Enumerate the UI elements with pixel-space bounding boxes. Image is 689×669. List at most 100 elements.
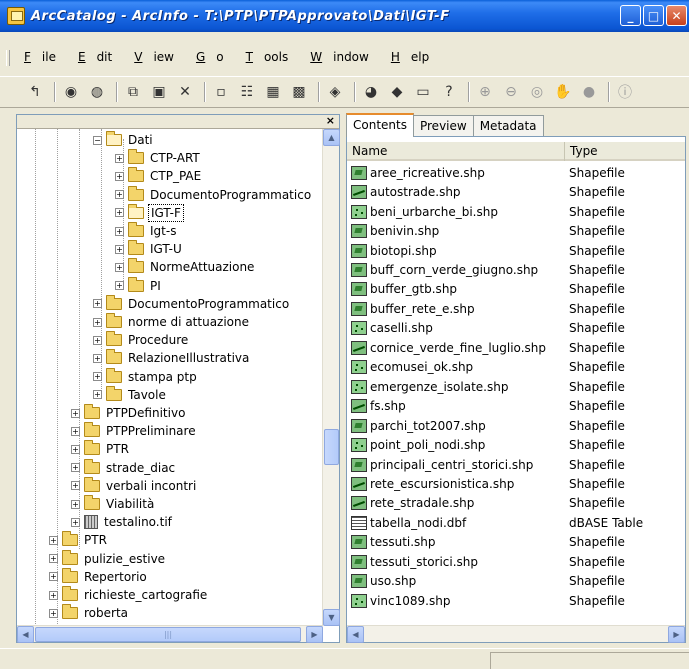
expand-icon[interactable]: + (115, 153, 124, 163)
expand-icon[interactable]: + (115, 208, 124, 218)
list-item[interactable]: autostrade.shp Shapefile (347, 182, 685, 202)
menu-help[interactable]: Help (391, 50, 440, 64)
expand-icon[interactable]: + (49, 590, 58, 600)
list-item[interactable]: tabella_nodi.dbf dBASE Table (347, 513, 685, 533)
tree-item-pi[interactable]: + PI (115, 276, 163, 295)
tree-scroll-right-button[interactable]: ▶ (306, 626, 323, 643)
expand-icon[interactable]: + (115, 226, 124, 236)
command-line-icon[interactable]: ▭ (412, 81, 434, 103)
tree-item-documentoprogrammatico[interactable]: + DocumentoProgrammatico (115, 185, 313, 204)
expand-icon[interactable]: + (49, 572, 58, 582)
close-button[interactable]: ✕ (666, 5, 687, 26)
tree-item-tavole[interactable]: + Tavole (93, 385, 168, 404)
tree-item-documentoprogrammatico-2[interactable]: + DocumentoProgrammatico (93, 294, 291, 313)
expand-icon[interactable]: + (71, 499, 80, 509)
expand-icon[interactable]: + (93, 353, 102, 363)
menu-window[interactable]: Window (310, 50, 380, 64)
tree-item-relazioneillustrativa[interactable]: + RelazioneIllustrativa (93, 349, 251, 367)
tree-item-verbali-incontri[interactable]: + verbali incontri (71, 476, 198, 495)
maximize-button[interactable]: □ (643, 5, 664, 26)
menu-view[interactable]: View (134, 50, 185, 64)
expand-icon[interactable]: + (93, 299, 102, 309)
disconnect-folder-icon[interactable]: ◍ (86, 81, 108, 103)
tree-scroll-up-button[interactable]: ▲ (323, 129, 340, 146)
globe-icon[interactable]: ● (578, 81, 600, 103)
list-item[interactable]: rete_escursionistica.shp Shapefile (347, 474, 685, 494)
expand-icon[interactable]: + (49, 608, 58, 618)
whats-this-icon[interactable]: ? (438, 81, 460, 103)
list-item[interactable]: aree_ricreative.shp Shapefile (347, 163, 685, 183)
list-item[interactable]: benivin.shp Shapefile (347, 221, 685, 241)
delete-icon[interactable]: ✕ (174, 81, 196, 103)
list-item[interactable]: vinc1089.shp Shapefile (347, 591, 685, 611)
list-scroll-right-button[interactable]: ▶ (668, 626, 685, 643)
arctoolbox-icon[interactable]: ◆ (386, 81, 408, 103)
expand-icon[interactable]: + (115, 190, 124, 200)
list-item[interactable]: point_poli_nodi.shp Shapefile (347, 435, 685, 455)
list-item[interactable]: tessuti.shp Shapefile (347, 533, 685, 553)
list-item[interactable]: principali_centri_storici.shp Shapefile (347, 455, 685, 475)
tree-item-richieste-cartografie[interactable]: + richieste_cartografie (49, 586, 209, 604)
large-icons-icon[interactable]: ▫ (210, 81, 232, 103)
expand-icon[interactable]: + (115, 244, 124, 254)
list-item[interactable]: biotopi.shp Shapefile (347, 241, 685, 261)
tree-horizontal-scrollbar[interactable]: ◀ ||| ▶ (17, 625, 323, 643)
tree-item-normeattuazione[interactable]: + NormeAttuazione (115, 258, 256, 276)
tree-item-ptr-2[interactable]: + PTR (49, 531, 109, 549)
expand-icon[interactable]: + (115, 281, 124, 291)
column-name-header[interactable]: Name (347, 142, 565, 161)
tree-item-ptppreliminare[interactable]: + PTPPreliminare (71, 422, 198, 440)
list-item[interactable]: parchi_tot2007.shp Shapefile (347, 416, 685, 436)
list-horizontal-scrollbar[interactable]: ◀ ▶ (347, 625, 685, 643)
close-tree-pane-button[interactable]: × (326, 114, 335, 127)
minimize-button[interactable]: _ (620, 5, 641, 26)
zoom-in-icon[interactable]: ⊕ (474, 81, 496, 103)
tree-item-viabilita[interactable]: + Viabilità (71, 495, 156, 513)
tree-scroll-left-button[interactable]: ◀ (17, 626, 34, 643)
zoom-out-icon[interactable]: ⊖ (500, 81, 522, 103)
tab-preview[interactable]: Preview (412, 115, 474, 137)
tree-item-norme-di-attuazione[interactable]: + norme di attuazione (93, 313, 251, 331)
expand-icon[interactable]: + (71, 481, 80, 491)
tree-item-ctp-art[interactable]: + CTP-ART (115, 149, 202, 167)
thumbnails-view-icon[interactable]: ▩ (288, 81, 310, 103)
tree-item-igt-f[interactable]: + IGT-F (115, 203, 184, 222)
tree-item-procedure[interactable]: + Procedure (93, 331, 190, 349)
menu-file[interactable]: File (24, 50, 67, 64)
list-item[interactable]: cornice_verde_fine_luglio.shp Shapefile (347, 338, 685, 358)
expand-icon[interactable]: + (93, 390, 102, 400)
list-item[interactable]: buffer_rete_e.shp Shapefile (347, 299, 685, 319)
tree-scroll-thumb[interactable] (324, 429, 339, 465)
details-view-icon[interactable]: ▦ (262, 81, 284, 103)
list-item[interactable]: tessuti_storici.shp Shapefile (347, 552, 685, 572)
tree-item-pulizie-estive[interactable]: + pulizie_estive (49, 549, 167, 568)
list-item[interactable]: ecomusei_ok.shp Shapefile (347, 358, 685, 378)
tree-item-stampa-ptp[interactable]: + stampa ptp (93, 367, 199, 386)
expand-icon[interactable]: + (93, 317, 102, 327)
expand-icon[interactable]: + (49, 554, 58, 564)
tree-item-ctp-pae[interactable]: + CTP_PAE (115, 167, 203, 185)
tree-item-ptr[interactable]: + PTR (71, 440, 131, 458)
launch-arcmap-icon[interactable]: ◈ (324, 81, 346, 103)
arccatalog-app-icon[interactable] (7, 7, 25, 25)
tree-item-roberta[interactable]: + roberta (49, 604, 130, 622)
tree-vertical-scrollbar[interactable]: ▲ ▼ (322, 129, 340, 626)
tree-item-repertorio[interactable]: + Repertorio (49, 567, 149, 586)
full-extent-icon[interactable]: ◎ (526, 81, 548, 103)
list-item[interactable]: buff_corn_verde_giugno.shp Shapefile (347, 260, 685, 280)
menu-tools[interactable]: Tools (246, 50, 300, 64)
expand-icon[interactable]: + (71, 463, 80, 473)
tree-item-strade-diac[interactable]: + strade_diac (71, 458, 177, 477)
collapse-icon[interactable]: − (93, 135, 102, 145)
column-type-header[interactable]: Type (565, 142, 685, 161)
list-item[interactable]: emergenze_isolate.shp Shapefile (347, 377, 685, 397)
list-item[interactable]: caselli.shp Shapefile (347, 319, 685, 339)
tree-item-testalino-tif[interactable]: + testalino.tif (71, 513, 174, 531)
list-item[interactable]: rete_stradale.shp Shapefile (347, 494, 685, 514)
expand-icon[interactable]: + (93, 372, 102, 382)
list-item[interactable]: buffer_gtb.shp Shapefile (347, 280, 685, 300)
list-scroll-left-button[interactable]: ◀ (347, 626, 364, 643)
tree-item-ptpdefinitivo[interactable]: + PTPDefinitivo (71, 404, 187, 422)
expand-icon[interactable]: + (115, 262, 124, 272)
tab-contents[interactable]: Contents (346, 113, 414, 137)
